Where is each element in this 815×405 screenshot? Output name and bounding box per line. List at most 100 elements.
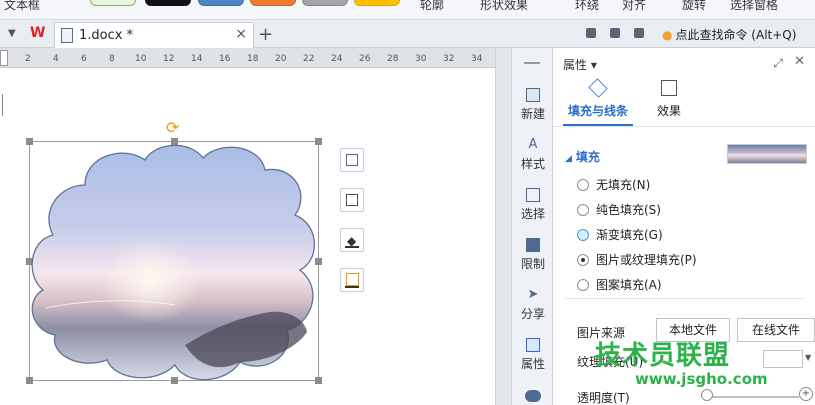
chevron-down-icon[interactable]: ▼: [805, 353, 811, 362]
tab-fill-and-line[interactable]: 填充与线条: [563, 78, 633, 119]
transparency-label: 透明度(T): [577, 391, 630, 405]
menu-dropdown-icon[interactable]: ▼: [8, 28, 16, 39]
ruler-tick: 26: [359, 54, 371, 64]
rail-item-restrict[interactable]: 限制: [512, 238, 554, 272]
radio-gradient-fill[interactable]: 渐变填充(G): [577, 226, 663, 243]
rail-collapse-icon[interactable]: [524, 62, 540, 64]
rail-item-label: 属性: [520, 357, 545, 371]
document-tab-name: 1.docx *: [79, 28, 134, 43]
history-icon[interactable]: [586, 28, 596, 38]
ruler-tick: 8: [109, 54, 115, 64]
radio-label: 渐变填充(G): [596, 228, 663, 242]
ribbon-selection-pane-label[interactable]: 选择窗格: [730, 0, 778, 13]
ribbon-outline-label[interactable]: 轮廓: [420, 0, 444, 13]
rotate-handle-icon[interactable]: ⟳: [166, 118, 179, 137]
tab-divider: [553, 126, 815, 127]
ruler-tick: 28: [387, 54, 399, 64]
radio-label: 无填充(N): [596, 178, 651, 192]
rail-item-new[interactable]: 新建: [512, 88, 554, 122]
lightbulb-icon: ●: [662, 28, 673, 42]
style-swatch-black[interactable]: [145, 0, 191, 6]
ruler-tick: 34: [471, 54, 483, 64]
cube-icon: [661, 80, 677, 96]
find-command-text: 点此查找命令 (Alt+Q): [675, 28, 797, 42]
document-icon: [61, 28, 73, 43]
ruler-tick: 20: [275, 54, 287, 64]
ribbon-shape-effect-label[interactable]: 形状效果: [480, 0, 528, 13]
transparency-slider[interactable]: [703, 396, 799, 398]
find-command-box[interactable]: ● 点此查找命令 (Alt+Q): [662, 26, 796, 43]
chat-icon[interactable]: [525, 390, 541, 402]
radio-button[interactable]: [577, 254, 589, 266]
transparency-slider-handle[interactable]: [701, 389, 713, 401]
pin-panel-icon[interactable]: ⤢: [773, 56, 783, 71]
style-icon: A: [528, 137, 538, 152]
style-swatch-gray[interactable]: [302, 0, 348, 6]
section-divider: [565, 298, 805, 299]
rail-item-select[interactable]: 选择: [512, 188, 554, 222]
fill-preview-thumbnail: [727, 144, 807, 164]
radio-button[interactable]: [577, 204, 589, 216]
increase-icon[interactable]: +: [799, 387, 813, 401]
wps-logo-icon[interactable]: W: [30, 25, 50, 43]
ribbon-rotate-label[interactable]: 旋转: [682, 0, 706, 13]
tab-label: 填充与线条: [567, 104, 628, 118]
ribbon-wrap-label[interactable]: 环绕: [575, 0, 599, 13]
radio-button[interactable]: [577, 179, 589, 191]
ribbon-textbox-label[interactable]: 文本框: [4, 0, 40, 13]
fill-bucket-icon: [588, 78, 608, 98]
properties-icon: [526, 338, 540, 352]
panel-title[interactable]: 属性 ▾: [563, 56, 597, 73]
texture-dropdown[interactable]: [763, 350, 803, 368]
style-swatch-orange[interactable]: [250, 0, 296, 6]
shape-outline-button[interactable]: [340, 188, 364, 212]
radio-button[interactable]: [577, 229, 589, 241]
sync-icon[interactable]: [610, 28, 620, 38]
ribbon-align-label[interactable]: 对齐: [622, 0, 646, 13]
radio-solid-fill[interactable]: 纯色填充(S): [577, 201, 661, 218]
vertical-scrollbar[interactable]: [495, 48, 511, 405]
style-swatch-blue[interactable]: [198, 0, 244, 6]
ruler-tick: 32: [443, 54, 455, 64]
style-swatch-yellow[interactable]: [354, 0, 400, 6]
fill-color-bar: [345, 246, 359, 248]
document-canvas[interactable]: ⟳ ◆: [0, 68, 495, 405]
collapse-triangle-icon: ◢: [565, 154, 572, 164]
online-file-button[interactable]: 在线文件: [737, 318, 815, 342]
style-swatch-green[interactable]: [90, 0, 136, 6]
rail-item-label: 选择: [520, 207, 545, 221]
close-tab-icon[interactable]: ×: [235, 26, 247, 42]
tab-document[interactable]: 1.docx * ×: [54, 22, 254, 48]
radio-pattern-fill[interactable]: 图案填充(A): [577, 276, 662, 293]
horizontal-ruler[interactable]: 2 4 6 8 10 12 14 16 18 20 22 24 26 28 30…: [0, 48, 495, 68]
share-icon: ➤: [527, 287, 539, 302]
radio-no-fill[interactable]: 无填充(N): [577, 176, 650, 193]
layout-options-button[interactable]: [340, 148, 364, 172]
rail-item-style[interactable]: A 样式: [512, 138, 554, 172]
radio-picture-fill[interactable]: 图片或纹理填充(P): [577, 251, 697, 268]
section-title: 填充: [575, 150, 600, 164]
tab-effects[interactable]: 效果: [647, 78, 691, 119]
rail-item-label: 新建: [520, 107, 545, 121]
line-color-button[interactable]: [340, 268, 364, 292]
new-doc-icon: [526, 88, 540, 102]
rail-item-properties[interactable]: 属性: [512, 338, 554, 372]
ruler-tick: 24: [331, 54, 343, 64]
ruler-tick: 4: [53, 54, 59, 64]
new-tab-button[interactable]: +: [258, 24, 273, 45]
ribbon-strip: 文本框 轮廓 形状效果 环绕 对齐 旋转 选择窗格: [0, 0, 815, 20]
ruler-tick: 12: [163, 54, 175, 64]
cloud-shape[interactable]: [25, 140, 325, 385]
radio-label: 图片或纹理填充(P): [596, 253, 697, 267]
outline-icon: [346, 194, 358, 206]
rail-item-share[interactable]: ➤ 分享: [512, 288, 554, 322]
ruler-indent-marker[interactable]: [0, 50, 8, 66]
text-cursor-marker: [2, 94, 6, 116]
fill-section-header[interactable]: ◢ 填充: [565, 148, 600, 165]
radio-button[interactable]: [577, 279, 589, 291]
pen-icon: [346, 273, 359, 286]
ruler-tick: 22: [303, 54, 315, 64]
shape-fill-button[interactable]: ◆: [340, 228, 364, 252]
close-panel-icon[interactable]: ✕: [794, 54, 805, 69]
backup-icon[interactable]: [634, 28, 644, 38]
